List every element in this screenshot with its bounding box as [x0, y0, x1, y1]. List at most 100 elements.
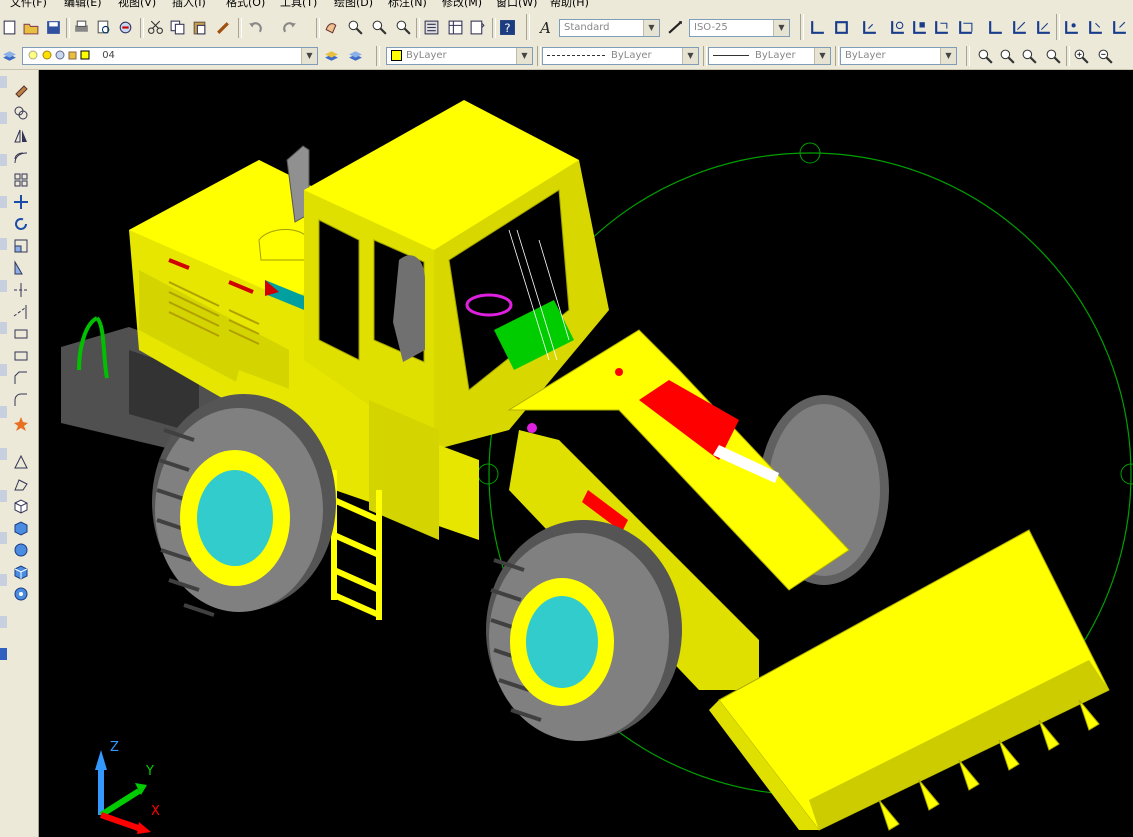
properties-icon[interactable] — [422, 18, 441, 37]
ucs-origin-icon[interactable] — [986, 18, 1005, 37]
circle-grip-left[interactable] — [477, 463, 499, 485]
move-icon[interactable] — [11, 192, 31, 212]
ucs-zaxis-icon[interactable] — [1010, 18, 1029, 37]
cab-window-rear — [318, 219, 360, 361]
erase-icon[interactable] — [11, 80, 31, 100]
ucs-z-label: Z — [110, 740, 119, 755]
redo-icon[interactable] — [280, 18, 299, 37]
rotate-icon[interactable] — [11, 214, 31, 234]
color-combo[interactable]: ByLayer ▼ — [386, 47, 533, 65]
solid-edit-icon[interactable] — [11, 452, 31, 472]
zoom-previous-icon[interactable] — [394, 18, 413, 37]
offset-icon[interactable] — [11, 148, 31, 168]
tool-palette-icon[interactable] — [468, 18, 487, 37]
break-icon[interactable] — [11, 324, 31, 344]
explode-icon[interactable] — [11, 414, 31, 434]
ucs-named-icon[interactable] — [832, 18, 851, 37]
extrude-icon[interactable] — [11, 474, 31, 494]
lineweight-combo[interactable]: ByLayer ▼ — [708, 47, 831, 65]
pan-icon[interactable] — [322, 18, 341, 37]
layer-previous-icon[interactable] — [346, 47, 365, 66]
paste-icon[interactable] — [190, 18, 209, 37]
wheel-loader-model: Z Y X — [61, 100, 1133, 834]
layers-toolbar: 04 ▼ ByLayer ▼ ByLayer ▼ ByLayer ▼ ByLayer ▼ — [0, 44, 1133, 70]
ucs-view-icon[interactable] — [956, 18, 975, 37]
menu-file[interactable]: 文件(F) — [10, 0, 47, 10]
text-style-icon[interactable]: A — [536, 18, 555, 37]
print-icon[interactable] — [72, 18, 91, 37]
menu-dimension[interactable]: 标注(N) — [388, 0, 427, 10]
text-style-combo[interactable]: Standard ▼ — [559, 19, 660, 37]
mirror-icon[interactable] — [11, 126, 31, 146]
menu-format[interactable]: 格式(O) — [226, 0, 265, 10]
join-icon[interactable] — [11, 346, 31, 366]
zoom-in-icon[interactable] — [1072, 47, 1091, 66]
copy-icon[interactable] — [168, 18, 187, 37]
ucs-icon[interactable] — [808, 18, 827, 37]
zoom-window-icon[interactable] — [370, 18, 389, 37]
ucs-x-icon[interactable] — [1062, 18, 1081, 37]
modify-toolbar — [0, 70, 39, 837]
zoom-realtime-icon[interactable] — [346, 18, 365, 37]
sphere-icon[interactable] — [11, 540, 31, 560]
scale-icon[interactable] — [11, 236, 31, 256]
menu-view[interactable]: 视图(V) — [118, 0, 156, 10]
zoom-scale-icon[interactable] — [1020, 47, 1039, 66]
air-intake — [258, 229, 310, 261]
extend-icon[interactable] — [11, 302, 31, 322]
menu-insert[interactable]: 插入(I) — [172, 0, 206, 10]
ucs-z-icon[interactable] — [1110, 18, 1129, 37]
zoom-out-icon[interactable] — [1096, 47, 1115, 66]
drawing-area[interactable]: Z Y X — [39, 70, 1133, 837]
box-icon[interactable] — [11, 496, 31, 516]
cut-icon[interactable] — [146, 18, 165, 37]
undo-icon[interactable] — [246, 18, 265, 37]
wedge-icon[interactable] — [11, 518, 31, 538]
menu-tools[interactable]: 工具(T) — [280, 0, 317, 10]
stretch-icon[interactable] — [11, 258, 31, 278]
fillet-icon[interactable] — [11, 390, 31, 410]
preview-icon[interactable] — [94, 18, 113, 37]
ucs-face-icon[interactable] — [932, 18, 951, 37]
help-icon[interactable]: ? — [498, 18, 517, 37]
menu-edit[interactable]: 编辑(E) — [64, 0, 102, 10]
dim-style-combo[interactable]: ISO-25 ▼ — [689, 19, 790, 37]
plotstyle-combo[interactable]: ByLayer ▼ — [840, 47, 957, 65]
ucs-world-icon[interactable] — [888, 18, 907, 37]
ucs-axis-icon — [95, 750, 151, 834]
menu-draw[interactable]: 绘图(D) — [334, 0, 373, 10]
publish-icon[interactable] — [116, 18, 135, 37]
make-current-layer-icon[interactable] — [322, 47, 341, 66]
open-icon[interactable] — [22, 18, 41, 37]
menu-bar: 文件(F) 编辑(E) 视图(V) 插入(I) 格式(O) 工具(T) 绘图(D… — [0, 0, 1133, 10]
layer-manager-icon[interactable] — [0, 47, 19, 66]
layer-state-icons — [28, 50, 90, 60]
save-icon[interactable] — [44, 18, 63, 37]
design-center-icon[interactable] — [446, 18, 465, 37]
rear-hub — [197, 470, 273, 566]
layer-combo[interactable]: 04 ▼ — [22, 47, 318, 65]
svg-text:?: ? — [504, 21, 510, 35]
match-icon[interactable] — [214, 18, 233, 37]
ucs-3point-icon[interactable] — [1034, 18, 1053, 37]
trim-icon[interactable] — [11, 280, 31, 300]
cylinder-icon[interactable] — [11, 562, 31, 582]
menu-window[interactable]: 窗口(W) — [496, 0, 537, 10]
new-icon[interactable] — [0, 18, 19, 37]
ucs-previous-icon[interactable] — [860, 18, 879, 37]
ucs-object-icon[interactable] — [910, 18, 929, 37]
svg-text:A: A — [538, 19, 551, 36]
dim-style-icon[interactable] — [666, 18, 685, 37]
linetype-combo[interactable]: ByLayer ▼ — [542, 47, 699, 65]
torus-icon[interactable] — [11, 584, 31, 604]
ucs-x-label: X — [151, 804, 160, 819]
ucs-y-icon[interactable] — [1086, 18, 1105, 37]
zoom-window-icon[interactable] — [976, 47, 995, 66]
menu-help[interactable]: 帮助(H) — [550, 0, 589, 10]
array-icon[interactable] — [11, 170, 31, 190]
chamfer-icon[interactable] — [11, 368, 31, 388]
zoom-center-icon[interactable] — [1044, 47, 1063, 66]
menu-modify[interactable]: 修改(M) — [442, 0, 482, 10]
copy-object-icon[interactable] — [11, 103, 31, 123]
zoom-dynamic-icon[interactable] — [998, 47, 1017, 66]
